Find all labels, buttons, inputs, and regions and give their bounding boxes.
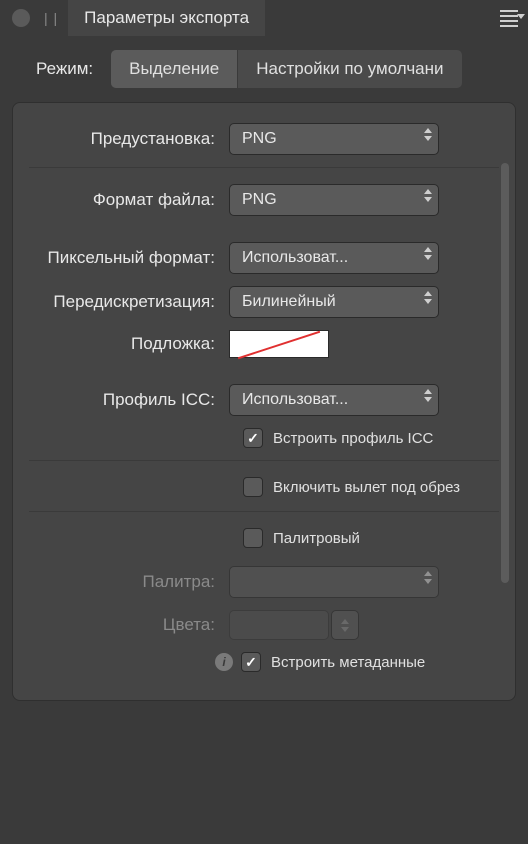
info-icon[interactable]: i [215, 653, 233, 671]
icc-profile-value: Использоват... [242, 391, 348, 409]
embed-icc-checkbox[interactable] [243, 428, 263, 448]
panel-tab[interactable]: Параметры экспорта [68, 0, 265, 36]
pixel-format-select[interactable]: Использоват... [229, 242, 439, 274]
settings-panel: Предустановка: PNG Формат файла: PNG Пик… [12, 102, 516, 701]
colors-stepper [331, 610, 359, 640]
mode-defaults-button[interactable]: Настройки по умолчани [238, 50, 461, 88]
pixel-format-value: Использоват... [242, 249, 348, 267]
chevron-updown-icon [424, 247, 432, 260]
embed-metadata-checkbox[interactable] [241, 652, 261, 672]
chevron-updown-icon [424, 389, 432, 402]
mode-label: Режим: [36, 59, 93, 79]
preset-label: Предустановка: [29, 129, 229, 149]
palette-label: Палитра: [29, 572, 229, 592]
matte-label: Подложка: [29, 334, 229, 354]
mode-selection-button[interactable]: Выделение [111, 50, 238, 88]
indexed-checkbox[interactable] [243, 528, 263, 548]
icc-profile-label: Профиль ICC: [29, 390, 229, 410]
preset-select[interactable]: PNG [229, 123, 439, 155]
divider-pipes: | | [44, 10, 58, 26]
chevron-updown-icon [424, 571, 432, 584]
resample-value: Билинейный [242, 293, 336, 311]
indexed-label: Палитровый [273, 530, 360, 547]
colors-field [229, 610, 329, 640]
close-icon[interactable] [12, 9, 30, 27]
scrollbar[interactable] [501, 163, 509, 583]
mode-segment: Выделение Настройки по умолчани [111, 50, 461, 88]
mode-row: Режим: Выделение Настройки по умолчани [0, 36, 528, 102]
embed-metadata-label: Встроить метаданные [271, 654, 425, 671]
file-format-select[interactable]: PNG [229, 184, 439, 216]
resample-label: Передискретизация: [29, 292, 229, 312]
chevron-updown-icon [424, 291, 432, 304]
title-bar: | | Параметры экспорта [0, 0, 528, 36]
resample-select[interactable]: Билинейный [229, 286, 439, 318]
include-bleed-checkbox[interactable] [243, 477, 263, 497]
file-format-label: Формат файла: [29, 190, 229, 210]
include-bleed-label: Включить вылет под обрез [273, 479, 460, 496]
chevron-updown-icon [424, 189, 432, 202]
panel-menu-icon[interactable] [500, 10, 518, 27]
file-format-value: PNG [242, 191, 277, 209]
embed-icc-label: Встроить профиль ICC [273, 430, 433, 447]
chevron-updown-icon [424, 128, 432, 141]
palette-select [229, 566, 439, 598]
matte-swatch[interactable] [229, 330, 329, 358]
pixel-format-label: Пиксельный формат: [29, 248, 229, 268]
divider [29, 460, 499, 461]
icc-profile-select[interactable]: Использоват... [229, 384, 439, 416]
preset-value: PNG [242, 130, 277, 148]
divider [29, 167, 499, 168]
colors-label: Цвета: [29, 615, 229, 635]
divider [29, 511, 499, 512]
